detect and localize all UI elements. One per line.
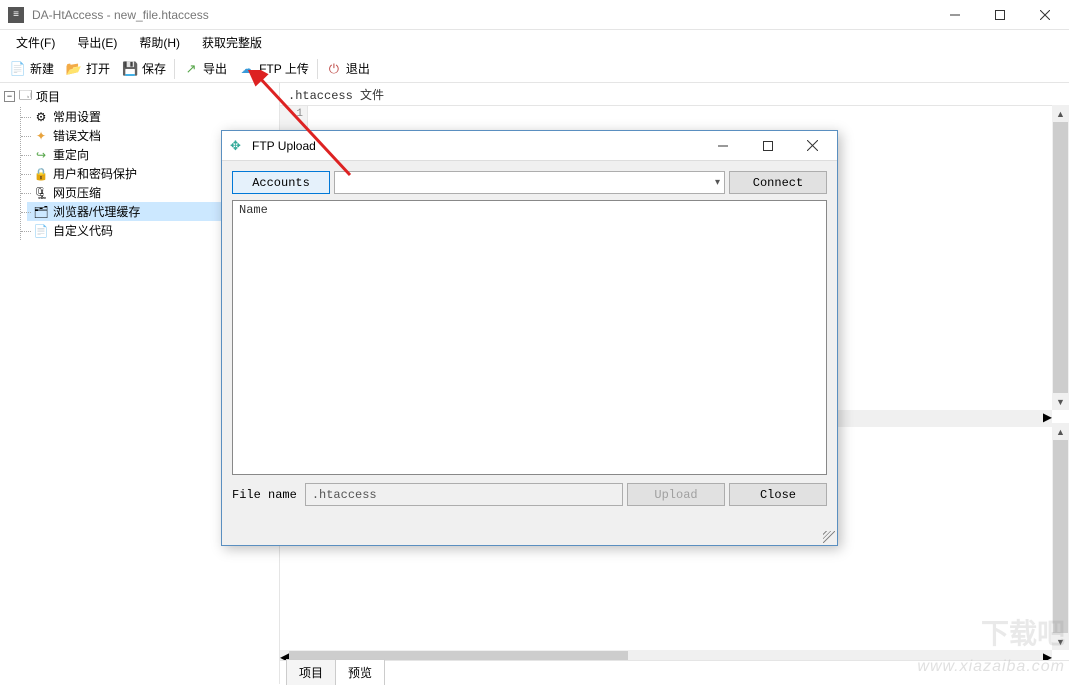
list-header-name: Name — [239, 203, 268, 217]
tree-root[interactable]: − 🗔 项目 — [4, 86, 275, 107]
maximize-button[interactable] — [977, 0, 1022, 29]
tab-preview[interactable]: 预览 — [335, 659, 385, 685]
save-icon: 💾 — [122, 61, 138, 77]
window-titlebar: ≡ DA-HtAccess - new_file.htaccess — [0, 0, 1069, 30]
toolbar-open[interactable]: 📂打开 — [60, 58, 116, 79]
toolbar-ftp-label: FTP 上传 — [259, 60, 309, 77]
tab-project[interactable]: 项目 — [286, 659, 336, 685]
tree-item-label: 网页压缩 — [53, 184, 101, 201]
upload-button[interactable]: Upload — [627, 483, 725, 506]
file-listbox[interactable]: Name — [232, 200, 827, 475]
accounts-button[interactable]: Accounts — [232, 171, 330, 194]
tree-item-label: 常用设置 — [53, 108, 101, 125]
dialog-minimize-button[interactable] — [700, 131, 745, 160]
compress-icon: 🗜 — [33, 185, 49, 201]
tree-item-label: 用户和密码保护 — [53, 165, 137, 182]
scroll-down-icon[interactable]: ▼ — [1052, 633, 1069, 650]
error-doc-icon: ✦ — [33, 128, 49, 144]
toolbar: 📄新建 📂打开 💾保存 ↗导出 ☁FTP 上传 ⏻退出 — [0, 55, 1069, 83]
scroll-up-icon[interactable]: ▲ — [1052, 423, 1069, 440]
bottom-tabs: 项目 预览 — [280, 660, 1069, 684]
ftp-icon: ✥ — [230, 138, 246, 154]
toolbar-separator — [174, 59, 175, 79]
editor-header: .htaccess 文件 — [280, 83, 1052, 105]
cache-icon: 🗂 — [33, 204, 49, 220]
preview-vscroll[interactable]: ▲ ▼ — [1052, 423, 1069, 650]
minimize-icon — [950, 10, 960, 20]
lock-icon: 🔒 — [33, 166, 49, 182]
open-folder-icon: 📂 — [66, 61, 82, 77]
tree-item-settings[interactable]: ⚙常用设置 — [27, 107, 275, 126]
filename-label: File name — [232, 488, 297, 502]
toolbar-ftp-upload[interactable]: ☁FTP 上传 — [233, 58, 315, 79]
close-icon — [1040, 10, 1050, 20]
toolbar-new-label: 新建 — [30, 60, 54, 77]
filename-value: .htaccess — [312, 488, 377, 502]
maximize-icon — [995, 10, 1005, 20]
close-button[interactable] — [1022, 0, 1067, 29]
tree-item-label: 错误文档 — [53, 127, 101, 144]
menu-file[interactable]: 文件(F) — [6, 31, 65, 54]
dialog-maximize-button[interactable] — [745, 131, 790, 160]
account-combobox[interactable]: ▾ — [334, 171, 725, 194]
line-number: 1 — [280, 108, 303, 120]
filename-field: .htaccess — [305, 483, 623, 506]
dialog-title: FTP Upload — [252, 139, 700, 153]
toolbar-save-label: 保存 — [142, 60, 166, 77]
close-dialog-button[interactable]: Close — [729, 483, 827, 506]
settings-icon: ⚙ — [33, 109, 49, 125]
dialog-close-button[interactable] — [790, 131, 835, 160]
toolbar-separator — [317, 59, 318, 79]
redirect-icon: ↪ — [33, 147, 49, 163]
tree-item-label: 自定义代码 — [53, 222, 113, 239]
tree-item-label: 重定向 — [53, 146, 89, 163]
project-root-icon: 🗔 — [19, 86, 32, 107]
scroll-up-icon[interactable]: ▲ — [1052, 105, 1069, 122]
close-icon — [807, 140, 818, 151]
editor-vscroll[interactable]: ▲ ▼ — [1052, 105, 1069, 410]
dialog-body: Accounts ▾ Connect Name File name .htacc… — [232, 171, 827, 535]
minimize-button[interactable] — [932, 0, 977, 29]
maximize-icon — [763, 141, 773, 151]
toolbar-export[interactable]: ↗导出 — [177, 58, 233, 79]
exit-icon: ⏻ — [326, 61, 342, 77]
scroll-thumb[interactable] — [1053, 122, 1068, 393]
scroll-thumb[interactable] — [1053, 440, 1068, 633]
code-icon: 📄 — [33, 223, 49, 239]
cloud-upload-icon: ☁ — [239, 61, 255, 77]
tree-item-label: 浏览器/代理缓存 — [53, 203, 140, 220]
connect-button[interactable]: Connect — [729, 171, 827, 194]
collapse-icon[interactable]: − — [4, 91, 15, 102]
new-file-icon: 📄 — [10, 61, 26, 77]
resize-grip-icon[interactable] — [823, 531, 835, 543]
scroll-right-icon[interactable]: ▶ — [1043, 410, 1052, 427]
app-icon: ≡ — [8, 7, 24, 23]
dialog-titlebar[interactable]: ✥ FTP Upload — [222, 131, 837, 161]
menu-help[interactable]: 帮助(H) — [129, 31, 190, 54]
export-icon: ↗ — [183, 61, 199, 77]
toolbar-save[interactable]: 💾保存 — [116, 58, 172, 79]
menu-export[interactable]: 导出(E) — [67, 31, 127, 54]
ftp-upload-dialog: ✥ FTP Upload Accounts ▾ Connect Name Fil… — [221, 130, 838, 546]
menu-getfull[interactable]: 获取完整版 — [192, 31, 272, 54]
tree-root-label: 项目 — [36, 88, 60, 105]
window-title: DA-HtAccess - new_file.htaccess — [32, 8, 932, 22]
toolbar-open-label: 打开 — [86, 60, 110, 77]
scroll-down-icon[interactable]: ▼ — [1052, 393, 1069, 410]
toolbar-export-label: 导出 — [203, 60, 227, 77]
toolbar-new[interactable]: 📄新建 — [4, 58, 60, 79]
toolbar-exit-label: 退出 — [346, 60, 370, 77]
chevron-down-icon: ▾ — [715, 177, 720, 188]
minimize-icon — [718, 141, 728, 151]
toolbar-exit[interactable]: ⏻退出 — [320, 58, 376, 79]
menubar: 文件(F) 导出(E) 帮助(H) 获取完整版 — [0, 30, 1069, 55]
